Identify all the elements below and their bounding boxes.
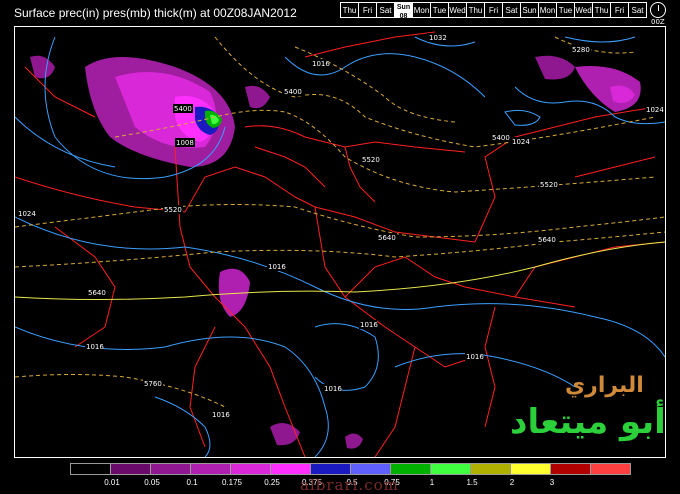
day-button-16[interactable]: Sat — [628, 2, 647, 18]
clock-icon[interactable] — [650, 2, 666, 18]
day-button-11[interactable]: Mon — [538, 2, 557, 18]
day-button-15[interactable]: Fri — [610, 2, 629, 18]
day-label: Mon — [539, 6, 556, 15]
svg-text:1024: 1024 — [512, 138, 530, 146]
day-button-7[interactable]: Thu — [466, 2, 485, 18]
svg-text:5640: 5640 — [538, 236, 556, 244]
day-button-5[interactable]: Tue — [430, 2, 449, 18]
svg-text:1016: 1016 — [86, 343, 104, 351]
clock-label: 00Z — [651, 18, 665, 26]
day-button-3[interactable]: Sun 08 — [394, 2, 413, 20]
legend-tick: 0.05 — [144, 478, 160, 487]
legend-swatch — [70, 463, 111, 475]
day-date: 08 — [399, 13, 408, 20]
legend-swatch — [350, 463, 391, 475]
legend-swatch — [430, 463, 471, 475]
map-title: Surface prec(in) pres(mb) thick(m) at 00… — [14, 6, 297, 20]
day-label: Mon — [413, 6, 430, 15]
svg-text:1024: 1024 — [646, 106, 664, 114]
day-button-6[interactable]: Wed — [448, 2, 467, 18]
day-label: Fri — [614, 6, 625, 15]
legend-swatch — [150, 463, 191, 475]
legend-tick: 1 — [429, 478, 435, 487]
svg-text:5640: 5640 — [88, 289, 106, 297]
day-button-4[interactable]: Mon — [412, 2, 431, 18]
day-label: Tue — [432, 6, 447, 15]
day-button-0[interactable]: Thu — [340, 2, 359, 18]
day-button-12[interactable]: Tue — [556, 2, 575, 18]
watermark-logo-line1: البراري — [565, 373, 644, 398]
day-button-1[interactable]: Fri — [358, 2, 377, 18]
svg-text:1016: 1016 — [312, 60, 330, 68]
watermark-site: albrari.com — [300, 476, 399, 494]
svg-text:5520: 5520 — [362, 156, 380, 164]
legend-tick: 2 — [509, 478, 515, 487]
day-label: Tue — [558, 6, 573, 15]
legend-swatch — [470, 463, 511, 475]
day-label: Wed — [575, 6, 592, 15]
legend-swatch — [590, 463, 631, 475]
legend-tick: 0.175 — [221, 478, 243, 487]
day-label: Sun — [396, 4, 411, 11]
svg-text:5400: 5400 — [284, 88, 302, 96]
day-button-9[interactable]: Sat — [502, 2, 521, 18]
legend-swatch — [110, 463, 151, 475]
legend-tick: 3 — [549, 478, 555, 487]
day-label: Thu — [468, 6, 483, 15]
day-label: Sat — [505, 6, 518, 15]
day-label: Sun — [522, 6, 537, 15]
legend-swatch — [230, 463, 271, 475]
legend-tick: 1.5 — [466, 478, 478, 487]
day-button-2[interactable]: Sat — [376, 2, 395, 18]
legend-swatch — [270, 463, 311, 475]
legend-tick: 0.01 — [104, 478, 120, 487]
day-button-10[interactable]: Sun — [520, 2, 539, 18]
legend-swatch — [190, 463, 231, 475]
legend-swatch — [310, 463, 351, 475]
svg-text:5400: 5400 — [492, 134, 510, 142]
watermark-logo-line2: أبو ميتعاد — [510, 402, 666, 442]
legend-tick: 0.1 — [186, 478, 198, 487]
svg-text:1016: 1016 — [466, 353, 484, 361]
day-label: Fri — [488, 6, 499, 15]
svg-text:1016: 1016 — [212, 411, 230, 419]
svg-text:1016: 1016 — [360, 321, 378, 329]
svg-text:1016: 1016 — [324, 385, 342, 393]
svg-text:5520: 5520 — [540, 181, 558, 189]
legend-swatch — [550, 463, 591, 475]
svg-text:5520: 5520 — [164, 206, 182, 214]
day-label: Thu — [342, 6, 357, 15]
svg-text:5400: 5400 — [174, 105, 192, 113]
day-label: Fri — [362, 6, 373, 15]
svg-text:1016: 1016 — [268, 263, 286, 271]
legend-swatch — [390, 463, 431, 475]
svg-text:1024: 1024 — [18, 210, 36, 218]
day-label: Sat — [631, 6, 644, 15]
precipitation-legend — [70, 463, 631, 475]
day-label: Thu — [594, 6, 609, 15]
legend-swatch — [510, 463, 551, 475]
svg-text:5280: 5280 — [572, 46, 590, 54]
svg-text:5640: 5640 — [378, 234, 396, 242]
legend-tick: 0.25 — [264, 478, 280, 487]
day-label: Sat — [379, 6, 392, 15]
forecast-day-selector: Thu Fri Sat Sun 08 Mon Tue Wed Thu Fri Sat Sun Mon Tu… — [340, 2, 647, 20]
svg-text:1008: 1008 — [176, 139, 194, 147]
day-button-13[interactable]: Wed — [574, 2, 593, 18]
svg-text:1032: 1032 — [429, 34, 447, 42]
svg-text:5760: 5760 — [144, 380, 162, 388]
day-button-8[interactable]: Fri — [484, 2, 503, 18]
day-label: Wed — [449, 6, 466, 15]
day-button-14[interactable]: Thu — [592, 2, 611, 18]
